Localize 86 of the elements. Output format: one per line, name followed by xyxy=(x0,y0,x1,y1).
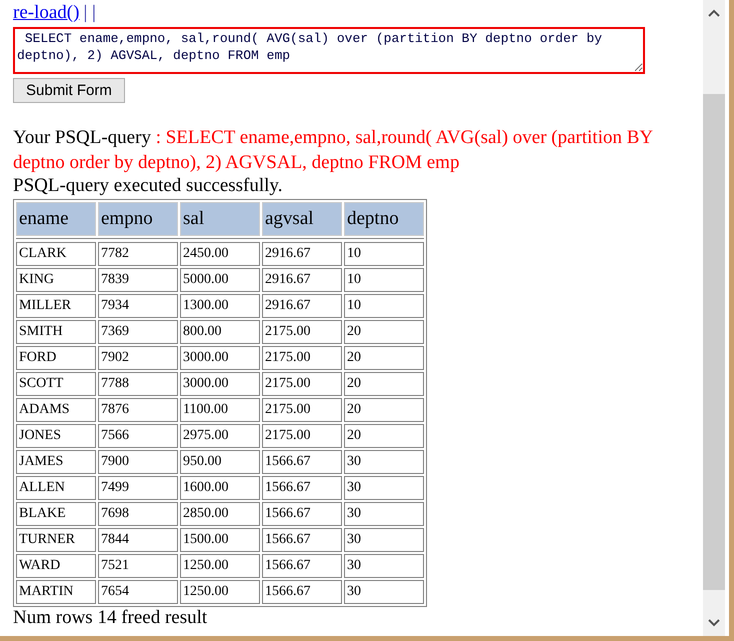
table-cell: 7934 xyxy=(98,294,178,318)
table-cell: 7788 xyxy=(98,372,178,396)
column-header: empno xyxy=(98,202,178,236)
table-cell: MILLER xyxy=(16,294,96,318)
table-cell: 20 xyxy=(344,320,424,344)
scroll-down-icon[interactable] xyxy=(707,618,721,628)
table-cell: ADAMS xyxy=(16,398,96,422)
table-cell: 30 xyxy=(344,554,424,578)
table-cell: 7566 xyxy=(98,424,178,448)
table-cell: 7782 xyxy=(98,242,178,266)
table-cell: 1566.67 xyxy=(262,554,342,578)
column-header: ename xyxy=(16,202,96,236)
query-echo-text: Your PSQL-query : SELECT ename,empno, sal,round( AVG(sal) over (partition BY deptno order by deptno), 2) AGVSAL, deptno FROM emp xyxy=(13,126,654,175)
table-cell: 2175.00 xyxy=(262,320,342,344)
table-cell: 7698 xyxy=(98,502,178,526)
table-cell: 1566.67 xyxy=(262,476,342,500)
table-cell: 1566.67 xyxy=(262,450,342,474)
table-cell: 30 xyxy=(344,580,424,604)
table-cell: 20 xyxy=(344,346,424,370)
table-cell: 2975.00 xyxy=(180,424,260,448)
status-text: PSQL-query executed successfully. xyxy=(13,175,282,197)
table-cell: 30 xyxy=(344,476,424,500)
table-cell: 7654 xyxy=(98,580,178,604)
table-cell: 2175.00 xyxy=(262,372,342,396)
table-cell: 1250.00 xyxy=(180,580,260,604)
table-cell: 1600.00 xyxy=(180,476,260,500)
table-cell: 3000.00 xyxy=(180,372,260,396)
table-cell: CLARK xyxy=(16,242,96,266)
table-cell: 7839 xyxy=(98,268,178,292)
table-cell: 2916.67 xyxy=(262,268,342,292)
separator-text: | | xyxy=(83,2,96,23)
table-cell: 3000.00 xyxy=(180,346,260,370)
submit-button[interactable]: Submit Form xyxy=(13,78,125,103)
table-cell: 20 xyxy=(344,372,424,396)
table-cell: WARD xyxy=(16,554,96,578)
table-cell: BLAKE xyxy=(16,502,96,526)
table-cell: SCOTT xyxy=(16,372,96,396)
reload-link[interactable]: re-load() xyxy=(13,2,80,23)
table-cell: ALLEN xyxy=(16,476,96,500)
table-cell: 1566.67 xyxy=(262,502,342,526)
table-cell: 2175.00 xyxy=(262,346,342,370)
table-cell: TURNER xyxy=(16,528,96,552)
table-cell: 30 xyxy=(344,528,424,552)
table-cell: JONES xyxy=(16,424,96,448)
table-cell: 1500.00 xyxy=(180,528,260,552)
table-cell: 2916.67 xyxy=(262,242,342,266)
footer-text: Num rows 14 freed result xyxy=(13,607,208,629)
table-cell: 30 xyxy=(344,502,424,526)
table-cell: 20 xyxy=(344,424,424,448)
table-cell: 30 xyxy=(344,450,424,474)
table-cell: 10 xyxy=(344,294,424,318)
table-cell: 2175.00 xyxy=(262,424,342,448)
table-cell: SMITH xyxy=(16,320,96,344)
table-cell: 1566.67 xyxy=(262,580,342,604)
table-cell: FORD xyxy=(16,346,96,370)
table-cell: 7900 xyxy=(98,450,178,474)
table-cell: 1566.67 xyxy=(262,528,342,552)
table-cell: 2916.67 xyxy=(262,294,342,318)
scrollbar[interactable] xyxy=(703,0,725,636)
table-cell: 1100.00 xyxy=(180,398,260,422)
table-cell: 2850.00 xyxy=(180,502,260,526)
table-cell: 2450.00 xyxy=(180,242,260,266)
table-cell: 1250.00 xyxy=(180,554,260,578)
table-cell: 10 xyxy=(344,268,424,292)
table-cell: 7521 xyxy=(98,554,178,578)
table-cell: 7499 xyxy=(98,476,178,500)
table-cell: 1300.00 xyxy=(180,294,260,318)
query-field[interactable]: SELECT ename,empno, sal,round( AVG(sal) over (partition BY deptno order by deptno), 2) AGVSAL, deptno FROM emp xyxy=(13,27,645,74)
table-cell: MARTIN xyxy=(16,580,96,604)
table-cell: JAMES xyxy=(16,450,96,474)
table-cell: 950.00 xyxy=(180,450,260,474)
table-cell: 7902 xyxy=(98,346,178,370)
table-cell: 7369 xyxy=(98,320,178,344)
table-cell: 10 xyxy=(344,242,424,266)
scroll-up-icon[interactable] xyxy=(707,8,721,18)
column-header: sal xyxy=(180,202,260,236)
table-cell: 7844 xyxy=(98,528,178,552)
column-header: deptno xyxy=(344,202,424,236)
table-cell: 20 xyxy=(344,398,424,422)
table-cell: KING xyxy=(16,268,96,292)
table-cell: 800.00 xyxy=(180,320,260,344)
scroll-thumb[interactable] xyxy=(703,94,725,590)
table-cell: 5000.00 xyxy=(180,268,260,292)
column-header: agvsal xyxy=(262,202,342,236)
table-cell: 7876 xyxy=(98,398,178,422)
table-cell: 2175.00 xyxy=(262,398,342,422)
